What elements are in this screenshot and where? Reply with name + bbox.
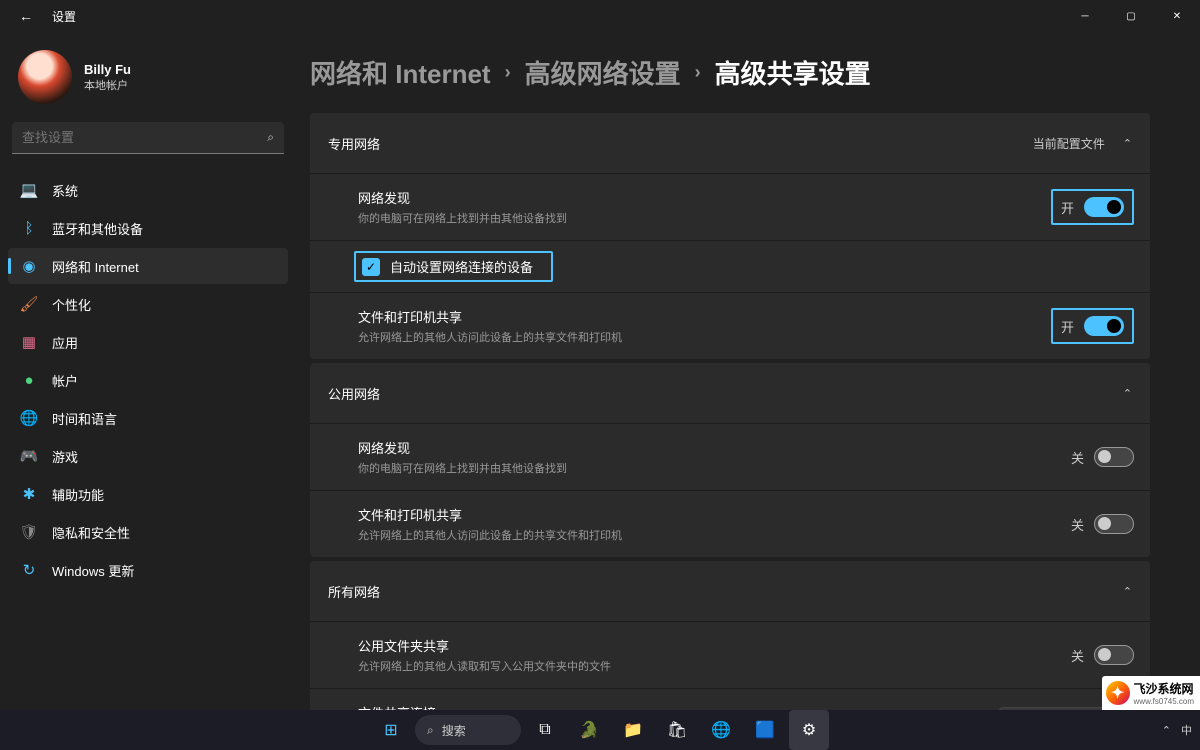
taskbar: ⊞ ⌕ 搜索 ⧉ 🐊 📁 🛍 🌐 🟦 ⚙ ⌃ 中 [0,710,1200,750]
row-file-share-private: 文件和打印机共享 允许网络上的其他人访问此设备上的共享文件和打印机 开 [310,292,1150,359]
settings-icon[interactable]: ⚙ [789,710,829,750]
search-icon: ⌕ [267,130,274,145]
breadcrumb-current: 高级共享设置 [715,54,871,91]
sidebar-item-7[interactable]: 🎮 游戏 [8,438,288,474]
nav-icon: ● [20,371,38,389]
maximize-button[interactable]: ▢ [1108,0,1154,32]
main-content: 网络和 Internet › 高级网络设置 › 高级共享设置 专用网络 当前配置… [296,32,1200,710]
chevron-right-icon: › [505,62,511,83]
sidebar: Billy Fu 本地帐户 ⌕ 💻 系统 ᛒ 蓝牙和其他设备 ◉ 网络和 Internet… [0,32,296,710]
nav-icon: ↻ [20,561,38,579]
start-button[interactable]: ⊞ [371,710,411,750]
nav-label: 系统 [52,181,78,200]
toggle-public-folder[interactable] [1094,645,1134,665]
nav-icon: 🛡 [20,523,38,541]
sidebar-item-4[interactable]: ▦ 应用 [8,324,288,360]
edge-icon[interactable]: 🌐 [701,710,741,750]
user-name: Billy Fu [84,62,131,77]
minimize-button[interactable]: ─ [1062,0,1108,32]
taskbar-search[interactable]: ⌕ 搜索 [415,715,521,745]
row-public-folder-share: 公用文件夹共享 允许网络上的其他人读取和写入公用文件夹中的文件 关 [310,621,1150,688]
row-file-share-connection: 文件共享连接 对支持它的设备使用 128 位加密 128 位加密(推荐) ⌄ [310,688,1150,710]
nav-icon: ✱ [20,485,38,503]
row-network-discovery-public: 网络发现 你的电脑可在网络上找到并由其他设备找到 关 [310,423,1150,490]
nav-label: 蓝牙和其他设备 [52,219,143,238]
back-button[interactable]: ← [14,4,38,28]
breadcrumb-l1[interactable]: 网络和 Internet [310,54,491,91]
sidebar-item-10[interactable]: ↻ Windows 更新 [8,552,288,588]
search-input[interactable] [22,130,267,145]
tray-chevron-icon[interactable]: ⌃ [1162,724,1171,737]
chevron-right-icon: › [695,62,701,83]
current-profile-tag: 当前配置文件 [1033,135,1105,152]
row-file-share-public: 文件和打印机共享 允许网络上的其他人访问此设备上的共享文件和打印机 关 [310,490,1150,557]
checkbox-auto-setup[interactable]: ✓ [362,258,380,276]
breadcrumb: 网络和 Internet › 高级网络设置 › 高级共享设置 [310,54,1150,91]
nav-label: 个性化 [52,295,91,314]
task-view-button[interactable]: ⧉ [525,710,565,750]
chevron-up-icon: ⌃ [1123,585,1132,598]
sidebar-item-8[interactable]: ✱ 辅助功能 [8,476,288,512]
user-type: 本地帐户 [84,77,131,93]
nav-icon: 🎮 [20,447,38,465]
taskbar-app[interactable]: 🐊 [569,710,609,750]
nav-icon: ◉ [20,257,38,275]
search-icon: ⌕ [427,723,434,738]
nav-icon: 🌐 [20,409,38,427]
panel-private-network: 专用网络 当前配置文件 ⌃ 网络发现 你的电脑可在网络上找到并由其他设备找到 开… [310,113,1150,359]
nav-label: Windows 更新 [52,561,134,580]
avatar [18,50,72,104]
user-block[interactable]: Billy Fu 本地帐户 [8,40,288,122]
taskbar-app[interactable]: 🟦 [745,710,785,750]
nav-label: 隐私和安全性 [52,523,130,542]
window-title: 设置 [52,8,76,25]
nav-icon: 🖌 [20,295,38,313]
panel-public-network: 公用网络 ⌃ 网络发现 你的电脑可在网络上找到并由其他设备找到 关 文件和打印机… [310,363,1150,557]
nav-icon: ▦ [20,333,38,351]
nav-label: 应用 [52,333,78,352]
panel-header-all[interactable]: 所有网络 ⌃ [310,561,1150,621]
sidebar-item-1[interactable]: ᛒ 蓝牙和其他设备 [8,210,288,246]
close-button[interactable]: ✕ [1154,0,1200,32]
watermark-logo-icon: ✦ [1106,681,1130,705]
sidebar-item-3[interactable]: 🖌 个性化 [8,286,288,322]
chevron-up-icon: ⌃ [1123,387,1132,400]
row-network-discovery-private: 网络发现 你的电脑可在网络上找到并由其他设备找到 开 [310,173,1150,240]
search-box[interactable]: ⌕ [12,122,284,154]
nav-icon: ᛒ [20,219,38,237]
store-icon[interactable]: 🛍 [657,710,697,750]
toggle-share-private[interactable] [1084,316,1124,336]
sidebar-item-2[interactable]: ◉ 网络和 Internet [8,248,288,284]
nav-label: 网络和 Internet [52,257,139,276]
chevron-up-icon: ⌃ [1123,137,1132,150]
row-auto-setup: ✓ 自动设置网络连接的设备 [310,240,1150,292]
sidebar-item-5[interactable]: ● 帐户 [8,362,288,398]
sidebar-item-9[interactable]: 🛡 隐私和安全性 [8,514,288,550]
breadcrumb-l2[interactable]: 高级网络设置 [525,54,681,91]
sidebar-item-0[interactable]: 💻 系统 [8,172,288,208]
panel-header-public[interactable]: 公用网络 ⌃ [310,363,1150,423]
explorer-icon[interactable]: 📁 [613,710,653,750]
nav-label: 辅助功能 [52,485,104,504]
toggle-discovery-public[interactable] [1094,447,1134,467]
nav-icon: 💻 [20,181,38,199]
toggle-discovery-private[interactable] [1084,197,1124,217]
watermark: ✦ 飞沙系统网 www.fs0745.com [1102,676,1200,710]
toggle-share-public[interactable] [1094,514,1134,534]
sidebar-item-6[interactable]: 🌐 时间和语言 [8,400,288,436]
panel-header-private[interactable]: 专用网络 当前配置文件 ⌃ [310,113,1150,173]
ime-indicator[interactable]: 中 [1181,722,1192,738]
panel-all-networks: 所有网络 ⌃ 公用文件夹共享 允许网络上的其他人读取和写入公用文件夹中的文件 关… [310,561,1150,710]
nav-label: 帐户 [52,371,78,390]
nav-label: 时间和语言 [52,409,117,428]
nav-label: 游戏 [52,447,78,466]
